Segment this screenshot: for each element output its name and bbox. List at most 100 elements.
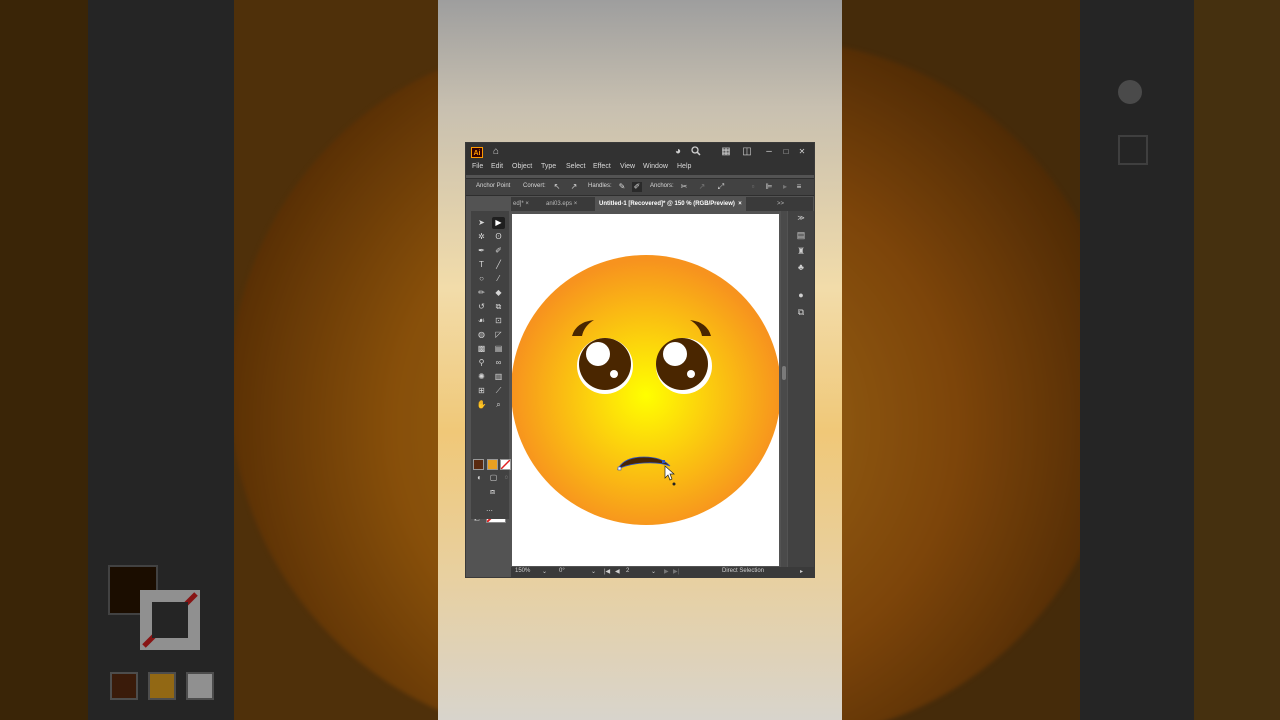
show-handles-icon[interactable]: ✎ [617,182,627,192]
selection-tool-icon[interactable]: ➤ [475,217,488,229]
tab-document-2[interactable]: ani03.eps × [546,197,577,211]
tab-document-active[interactable]: Untitled-1 [Recovered]* @ 150 % (RGB/Pre… [595,197,746,211]
prev-artboard-button[interactable]: ◀ [615,568,620,575]
collapse-panels-icon[interactable]: ≫ [795,213,807,225]
transform-panel-icon[interactable]: ⧉ [795,306,807,318]
cut-path-icon[interactable]: ⤢ [716,182,726,192]
menu-view[interactable]: View [620,163,635,170]
menu-type[interactable]: Type [541,163,556,170]
slice-tool-icon[interactable]: ⟋ [492,385,505,397]
scale-tool-icon[interactable]: ⧉ [492,301,505,313]
convert-corner-icon[interactable]: ↖ [552,182,562,192]
emoji-artwork[interactable] [511,214,781,566]
status-bar: 150% ⌄ 0° ⌄ |◀ ◀ 2 ⌄ ▶ ▶| Direct Selecti… [511,567,814,577]
rotation-dropdown-icon[interactable]: ⌄ [591,568,596,575]
tabs-overflow-icon[interactable]: >> [777,197,784,211]
home-icon[interactable]: ⌂ [490,146,502,158]
mesh-tool-icon[interactable]: ▩ [475,343,488,355]
maximize-button[interactable]: □ [780,146,792,158]
status-menu-icon[interactable]: ▸ [800,568,803,575]
pen-tool-icon[interactable]: ✒ [475,245,488,257]
rotate-tool-icon[interactable]: ↺ [475,301,488,313]
document-tabs: ed]* × ani03.eps × Untitled-1 [Recovered… [511,197,813,211]
next-artboard-button[interactable]: ▶ [664,568,669,575]
minimize-button[interactable]: – [763,146,775,158]
canvas-area[interactable] [511,211,786,567]
anchor-point[interactable] [662,460,665,463]
none-mode-icon[interactable] [500,459,511,470]
anchor-point[interactable] [617,466,622,471]
hand-tool-icon[interactable]: ✋ [475,399,488,411]
draw-mode-icon[interactable]: ◐ [473,472,486,484]
direct-selection-tool-icon[interactable]: ▶ [492,217,505,229]
column-graph-tool-icon[interactable]: ▥ [492,371,505,383]
menu-effect[interactable]: Effect [593,163,611,170]
properties-panel-icon[interactable]: ▤ [795,229,807,241]
search-icon[interactable] [690,146,702,158]
tab-label: Untitled-1 [Recovered]* @ 150 % (RGB/Pre… [599,201,735,207]
lasso-tool-icon[interactable]: ʘ [492,231,505,243]
menu-edit[interactable]: Edit [491,163,503,170]
convert-label: Convert: [523,183,546,189]
last-artboard-button[interactable]: ▶| [673,568,679,575]
tab-close-icon[interactable]: × [738,201,742,207]
blend-tool-icon[interactable]: ∞ [492,357,505,369]
menu-help[interactable]: Help [677,163,691,170]
app-logo: Ai [471,147,483,158]
zoom-dropdown-icon[interactable]: ⌄ [542,568,547,575]
pencil-tool-icon[interactable]: ✏ [475,287,488,299]
perspective-grid-tool-icon[interactable]: ◸ [492,329,505,341]
arrange-documents-icon[interactable]: ▦ [720,146,732,158]
workspace-icon[interactable]: ◫ [741,146,753,158]
hide-handles-icon[interactable]: ✐ [632,182,642,192]
remove-anchor-icon[interactable]: ✂ [679,182,689,192]
artboard-number[interactable]: 2 [626,568,629,574]
zoom-tool-icon[interactable]: ⌕ [492,399,505,411]
gradient-mode-icon[interactable] [487,459,498,470]
menu-object[interactable]: Object [512,163,532,170]
menu-select[interactable]: Select [566,163,585,170]
artboard[interactable] [511,214,781,566]
connect-anchor-icon[interactable]: ↗ [697,182,707,192]
paintbrush-tool-icon[interactable]: ⁄ [492,273,505,285]
menu-file[interactable]: File [472,163,483,170]
align-icon[interactable]: ⊫ [764,182,774,192]
gradient-tool-icon[interactable]: ▤ [492,343,505,355]
rotation-value[interactable]: 0° [559,568,565,574]
isolate-icon[interactable]: ▫ [748,182,758,192]
menu-window[interactable]: Window [643,163,668,170]
tab-close-icon[interactable]: × [574,201,578,207]
scrollbar-thumb[interactable] [782,366,786,380]
eyedropper-tool-icon[interactable]: ⚲ [475,357,488,369]
artboard-dropdown-icon[interactable]: ⌄ [651,568,656,575]
tab-close-icon[interactable]: × [525,201,529,207]
ellipse-tool-icon[interactable]: ○ [475,273,488,285]
cloud-user-icon[interactable]: ◕ [672,146,684,158]
symbols-panel-icon[interactable]: ♣ [795,261,807,273]
first-artboard-button[interactable]: |◀ [604,568,610,575]
tab-document-1[interactable]: ed]* × [513,197,529,211]
symbol-sprayer-tool-icon[interactable]: ✺ [475,371,488,383]
eraser-tool-icon[interactable]: ◆ [492,287,505,299]
convert-smooth-icon[interactable]: ↗ [569,182,579,192]
appearance-panel-icon[interactable]: ● [795,289,807,301]
shape-builder-tool-icon[interactable]: ◍ [475,329,488,341]
control-menu-icon[interactable]: ≡ [794,182,804,192]
screen-mode-icon[interactable]: ▢ [487,472,500,484]
close-button[interactable]: ✕ [796,146,808,158]
transform-icon[interactable]: ▸ [780,182,790,192]
artboard-tool-icon[interactable]: ⊞ [475,385,488,397]
line-tool-icon[interactable]: ╱ [492,259,505,271]
curvature-tool-icon[interactable]: ✐ [492,245,505,257]
type-tool-icon[interactable]: T [475,259,488,271]
magic-wand-tool-icon[interactable]: ✲ [475,231,488,243]
warp-tool-icon[interactable]: ☙ [475,315,488,327]
emoji-face[interactable] [511,255,781,525]
more-tools-icon[interactable]: ... [483,503,496,515]
libraries-panel-icon[interactable]: ♜ [795,245,807,257]
zoom-level[interactable]: 150% [515,568,530,574]
free-transform-tool-icon[interactable]: ⊡ [492,315,505,327]
color-mode-icon[interactable] [473,459,484,470]
edit-toolbar-icon[interactable]: ⧈ [486,486,499,498]
vertical-scrollbar[interactable] [781,211,787,567]
